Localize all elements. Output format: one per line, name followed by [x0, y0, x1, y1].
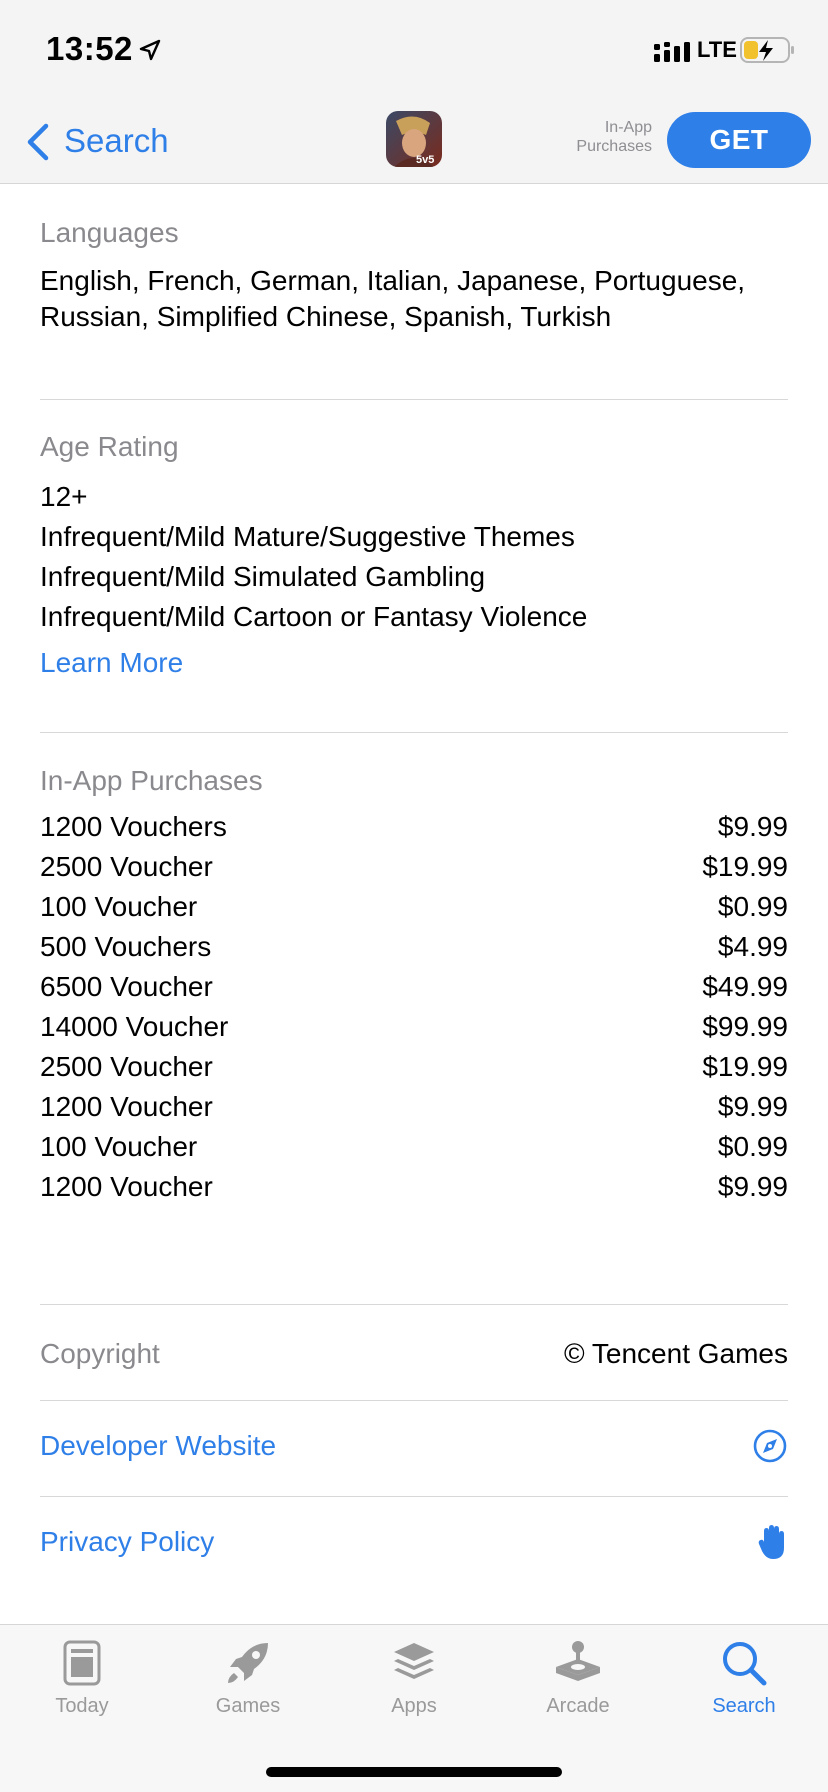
layers-icon	[394, 1643, 434, 1679]
back-button[interactable]: Search	[64, 122, 169, 160]
app-icon-badge: 5v5	[416, 154, 434, 166]
nav-bar: Search 5v5 In-App Purchases GET	[0, 100, 828, 184]
copyright-value: © Tencent Games	[564, 1338, 788, 1369]
app-icon: 5v5	[386, 111, 442, 167]
tab-games[interactable]: Games	[188, 1639, 308, 1718]
in-app-purchases-label: In-App Purchases	[40, 765, 263, 796]
rocket-icon	[228, 1643, 268, 1683]
location-arrow-icon	[139, 39, 161, 61]
age-rating-details: 12+ Infrequent/Mild Mature/Suggestive Th…	[40, 477, 790, 637]
network-label: LTE	[697, 37, 737, 62]
list-item: 14000 Voucher $99.99	[40, 1007, 788, 1047]
iap-item-price: $9.99	[717, 1091, 788, 1122]
tab-label: Today	[55, 1695, 109, 1717]
iap-item-price: $99.99	[702, 1011, 788, 1042]
in-app-purchases-list: 1200 Vouchers $9.99 2500 Voucher $19.99 10…	[40, 807, 788, 1207]
tab-label: Search	[712, 1695, 776, 1717]
rating-descriptor: Infrequent/Mild Cartoon or Fantasy Viole…	[40, 601, 588, 632]
copyright-label: Copyright	[40, 1338, 160, 1369]
divider	[40, 1496, 788, 1497]
iap-item-name: 2500 Voucher	[40, 851, 213, 882]
signal-icon	[654, 42, 690, 62]
list-item: 2500 Voucher $19.99	[40, 1047, 788, 1087]
iap-item-price: $9.99	[717, 1171, 788, 1202]
age-rating-label: Age Rating	[40, 431, 179, 462]
iap-item-price: $19.99	[702, 1051, 788, 1082]
rating-descriptor: Infrequent/Mild Mature/Suggestive Themes	[40, 521, 575, 552]
iap-item-price: $0.99	[717, 1131, 788, 1162]
joystick-icon	[556, 1641, 600, 1681]
home-indicator	[266, 1767, 562, 1777]
age-rating-value: 12+	[40, 481, 88, 512]
iap-item-price: $9.99	[717, 811, 788, 842]
divider	[40, 1400, 788, 1401]
iap-item-name: 1200 Vouchers	[40, 811, 227, 842]
iap-item-name: 1200 Voucher	[40, 1171, 213, 1202]
status-time: 13:52	[46, 30, 133, 67]
tab-arcade[interactable]: Arcade	[518, 1639, 638, 1718]
languages-value: English, French, German, Italian, Japane…	[40, 265, 746, 332]
learn-more-link[interactable]: Learn More	[40, 647, 183, 679]
chevron-left-icon[interactable]	[24, 122, 50, 162]
divider	[40, 732, 788, 733]
tab-label: Games	[215, 1695, 281, 1717]
tab-today[interactable]: Today	[22, 1639, 142, 1718]
list-item: 6500 Voucher $49.99	[40, 967, 788, 1007]
iap-item-name: 100 Voucher	[40, 1131, 198, 1162]
iap-item-name: 14000 Voucher	[40, 1011, 229, 1042]
today-icon	[63, 1640, 101, 1686]
tab-apps[interactable]: Apps	[354, 1639, 474, 1718]
iap-item-price: $49.99	[702, 971, 788, 1002]
copyright-row: Copyright © Tencent Games	[40, 1338, 788, 1370]
iap-hint-line2: Purchases	[576, 138, 652, 155]
in-app-purchases-hint: In-App Purchases	[560, 118, 652, 156]
get-button[interactable]: GET	[667, 112, 811, 168]
tab-bar: Today Games Apps Arcade Search	[0, 1624, 828, 1792]
privacy-policy-row[interactable]: Privacy Policy	[40, 1519, 788, 1565]
list-item: 2500 Voucher $19.99	[40, 847, 788, 887]
developer-website-row[interactable]: Developer Website	[40, 1423, 788, 1469]
list-item: 100 Voucher $0.99	[40, 887, 788, 927]
tab-search[interactable]: Search	[684, 1639, 804, 1718]
iap-item-price: $4.99	[717, 931, 788, 962]
iap-item-name: 6500 Voucher	[40, 971, 213, 1002]
status-bar: 13:52 LTE	[0, 0, 828, 100]
tab-label: Apps	[391, 1695, 437, 1717]
iap-item-name: 500 Vouchers	[40, 931, 212, 962]
list-item: 1200 Vouchers $9.99	[40, 807, 788, 847]
tab-label: Arcade	[546, 1695, 610, 1717]
list-item: 1200 Voucher $9.99	[40, 1087, 788, 1127]
hand-icon	[758, 1525, 784, 1559]
search-icon	[723, 1642, 767, 1686]
developer-website-link[interactable]: Developer Website	[40, 1430, 276, 1462]
privacy-policy-link[interactable]: Privacy Policy	[40, 1526, 214, 1558]
iap-hint-line1: In-App	[604, 119, 652, 136]
battery-icon	[740, 37, 794, 63]
iap-item-price: $0.99	[717, 891, 788, 922]
iap-item-name: 1200 Voucher	[40, 1091, 213, 1122]
app-icon-art: 5v5	[386, 111, 442, 167]
iap-item-name: 2500 Voucher	[40, 1051, 213, 1082]
list-item: 1200 Voucher $9.99	[40, 1167, 788, 1207]
rating-descriptor: Infrequent/Mild Simulated Gambling	[40, 561, 486, 592]
list-item: 500 Vouchers $4.99	[40, 927, 788, 967]
iap-item-price: $19.99	[702, 851, 788, 882]
divider	[40, 1304, 788, 1305]
compass-icon	[753, 1429, 787, 1463]
list-item: 100 Voucher $0.99	[40, 1127, 788, 1167]
iap-item-name: 100 Voucher	[40, 891, 198, 922]
divider	[40, 399, 788, 400]
languages-label: Languages	[40, 217, 179, 248]
